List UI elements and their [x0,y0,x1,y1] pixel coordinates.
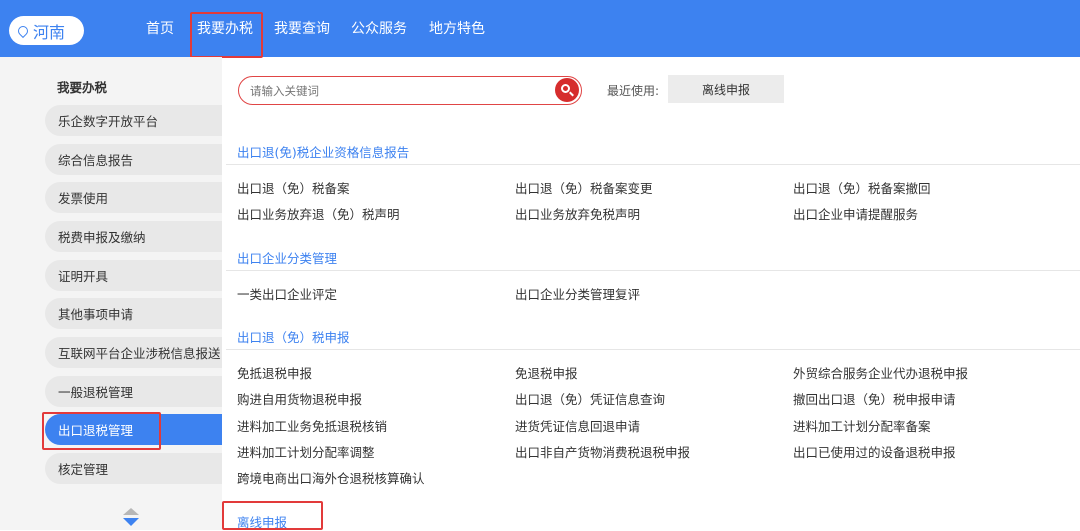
link-refund-filing-withdraw[interactable]: 出口退（免）税备案撤回 [793,178,931,197]
section-divider [226,270,1080,271]
link-voucher-rollback[interactable]: 进货凭证信息回退申请 [515,416,640,435]
sidebar-item-leqi-platform[interactable]: 乐企数字开放平台 [45,105,222,136]
scroll-down-icon[interactable] [123,518,139,526]
link-refund-filing-change[interactable]: 出口退（免）税备案变更 [515,178,653,197]
nav-public-service[interactable]: 公众服务 [351,18,407,38]
sidebar-item-general-refund[interactable]: 一般退税管理 [45,376,222,407]
sidebar-item-other-matters[interactable]: 其他事项申请 [45,298,222,329]
link-reminder-service[interactable]: 出口企业申请提醒服务 [793,204,918,223]
nav-home[interactable]: 首页 [146,18,174,38]
nav-local-feature[interactable]: 地方特色 [429,18,485,38]
region-selector[interactable]: 河南 [9,16,84,45]
link-exempt-credit-refund[interactable]: 免抵退税申报 [237,363,312,382]
link-allocation-rate-adjust[interactable]: 进料加工计划分配率调整 [237,442,375,461]
section-title-refund-declaration[interactable]: 出口退（免）税申报 [237,327,350,346]
link-allocation-rate-filing[interactable]: 进料加工计划分配率备案 [793,416,931,435]
link-waive-exemption[interactable]: 出口业务放弃免税声明 [515,204,640,223]
section-divider [226,349,1080,350]
link-self-use-goods-refund[interactable]: 购进自用货物退税申报 [237,389,362,408]
sidebar-scroll-arrows[interactable] [123,508,139,526]
link-cross-border-warehouse[interactable]: 跨境电商出口海外仓退税核算确认 [237,468,425,487]
section-divider [226,164,1080,165]
link-withdraw-declaration[interactable]: 撤回出口退（免）税申报申请 [793,389,956,408]
search-button[interactable] [555,78,579,102]
sidebar-highlight-box [42,412,161,450]
sidebar-item-invoice-use[interactable]: 发票使用 [45,182,222,213]
scroll-up-icon[interactable] [123,508,139,515]
sidebar-item-internet-platform[interactable]: 互联网平台企业涉税信息报送 [45,337,222,368]
link-foreign-trade-agent-refund[interactable]: 外贸综合服务企业代办退税申报 [793,363,968,382]
link-processing-writeoff[interactable]: 进料加工业务免抵退税核销 [237,416,387,435]
search-box [238,76,582,105]
link-voucher-info-query[interactable]: 出口退（免）凭证信息查询 [515,389,665,408]
sidebar-item-certificate[interactable]: 证明开具 [45,260,222,291]
top-nav-bar: 河南 首页 我要办税 我要查询 公众服务 地方特色 [0,0,1080,57]
link-waive-refund[interactable]: 出口业务放弃退（免）税声明 [237,204,400,223]
link-refund-filing[interactable]: 出口退（免）税备案 [237,178,350,197]
section-title-classification[interactable]: 出口企业分类管理 [237,248,337,267]
location-pin-icon [15,23,31,38]
search-input[interactable] [250,83,550,98]
nav-highlight-box [190,12,263,58]
link-consumption-tax-refund[interactable]: 出口非自产货物消费税退税申报 [515,442,690,461]
offline-highlight-box [222,501,323,530]
link-classification-review[interactable]: 出口企业分类管理复评 [515,284,640,303]
sidebar-item-tax-declaration[interactable]: 税费申报及缴纳 [45,221,222,252]
sidebar-title: 我要办税 [57,80,108,95]
sidebar-item-info-report[interactable]: 综合信息报告 [45,144,222,175]
link-class-one-rating[interactable]: 一类出口企业评定 [237,284,337,303]
sidebar-item-assessment[interactable]: 核定管理 [45,453,222,484]
region-label: 河南 [33,22,66,42]
recent-item-offline-declare[interactable]: 离线申报 [668,75,784,103]
link-exempt-refund[interactable]: 免退税申报 [515,363,578,382]
nav-query[interactable]: 我要查询 [274,18,330,38]
section-title-qualification[interactable]: 出口退(免)税企业资格信息报告 [237,142,409,161]
link-used-equipment-refund[interactable]: 出口已使用过的设备退税申报 [793,442,956,461]
recent-label: 最近使用: [607,84,660,98]
